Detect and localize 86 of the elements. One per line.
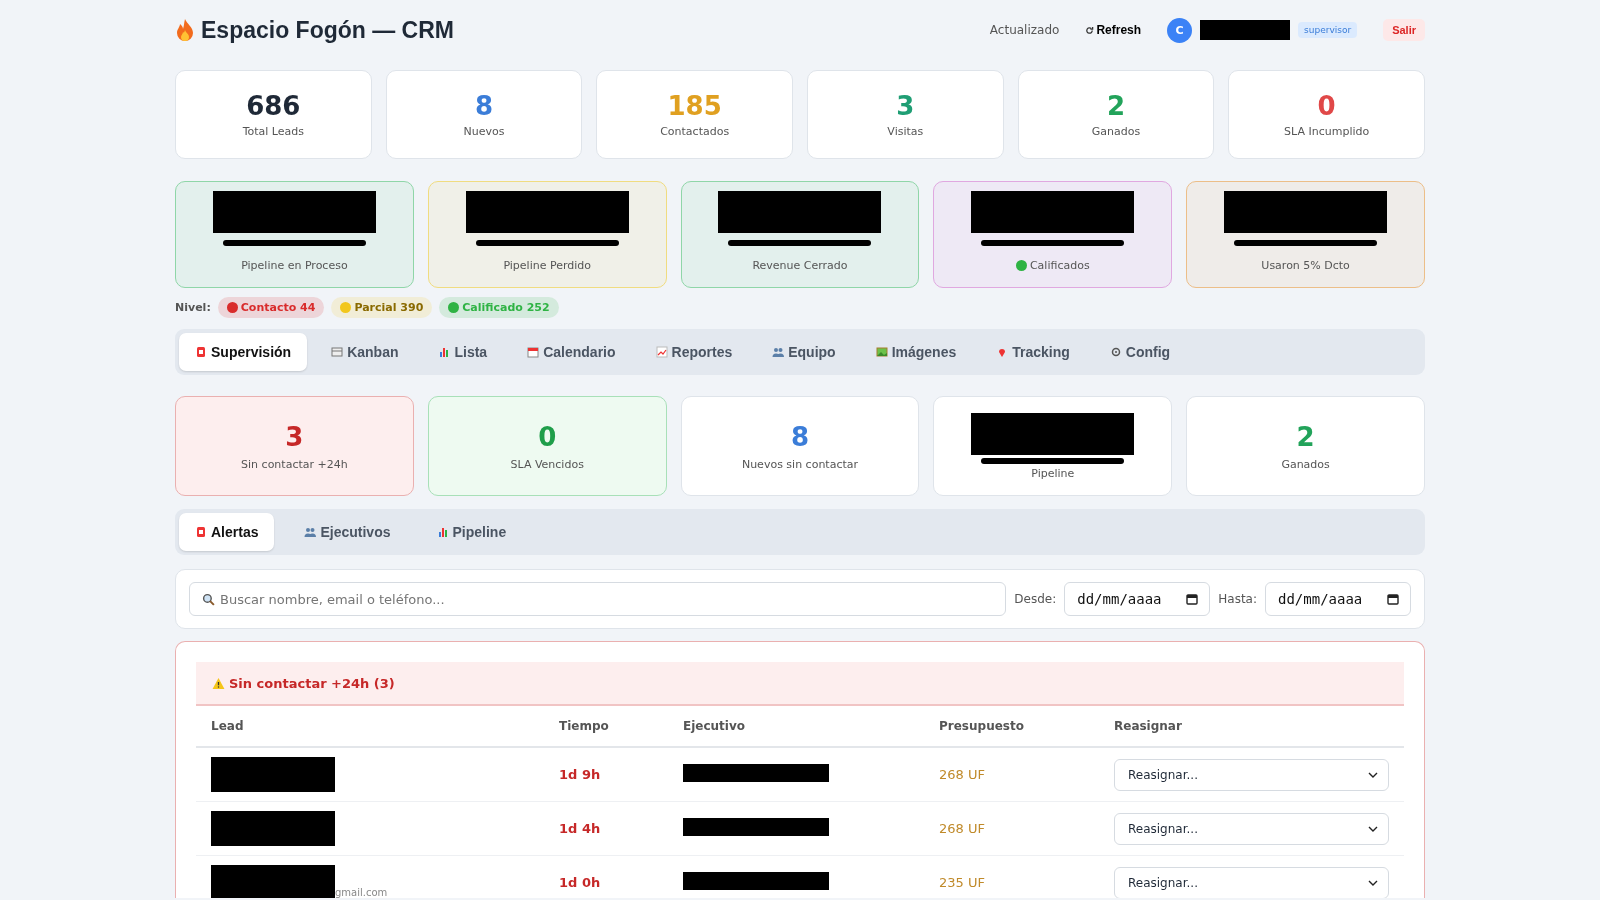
- stat-value: 0: [1317, 91, 1336, 121]
- kpi-label: Pipeline en Proceso: [241, 259, 348, 272]
- app-title: Espacio Fogón — CRM: [201, 16, 454, 44]
- stat-value: 8: [474, 91, 494, 121]
- gear-icon: [1109, 346, 1122, 358]
- summary-value: 2: [1296, 421, 1315, 452]
- summary-value: 3: [285, 421, 304, 452]
- summary-value: 8: [790, 421, 810, 452]
- level-badge: Calificado 252: [439, 297, 559, 318]
- people-icon: [772, 346, 785, 358]
- time-cell-text: 1d 0h: [559, 875, 602, 890]
- nav-tab[interactable]: Calendario: [511, 333, 632, 371]
- chevron-icon: [1368, 825, 1378, 832]
- stat-label: Visitas: [887, 125, 924, 138]
- nav-tab[interactable]: Equipo: [756, 333, 852, 371]
- budget-cell-text: 268 UF: [939, 821, 986, 836]
- logout-button[interactable]: Salir: [1383, 19, 1425, 41]
- section-tab[interactable]: Pipeline: [420, 513, 523, 551]
- bars-icon: [438, 346, 451, 358]
- summary-label: SLA Vencidos: [510, 457, 584, 471]
- bars-icon: [436, 526, 449, 538]
- stat-value: 185: [667, 91, 722, 121]
- section-tab[interactable]: Ejecutivos: [288, 513, 407, 551]
- section-tab[interactable]: Alertas: [179, 513, 275, 551]
- chevron-icon: [1368, 879, 1378, 886]
- column-header: Ejecutivo: [683, 719, 747, 733]
- nav-tab[interactable]: Kanban: [315, 333, 415, 371]
- reassign-select[interactable]: Reasignar...: [1114, 758, 1389, 791]
- time-cell-text: 1d 9h: [559, 767, 602, 782]
- search-field[interactable]: Buscar nombre, email o teléfono...: [189, 582, 1007, 616]
- to-label: Hasta:: [1218, 592, 1257, 606]
- refresh-icon: [1085, 25, 1095, 35]
- stat-value: 3: [896, 91, 915, 121]
- search-icon: [202, 593, 215, 606]
- warning-icon: [212, 676, 225, 690]
- summary-label: Pipeline: [1031, 466, 1075, 480]
- stat-value: 686: [246, 91, 301, 121]
- from-label: Desde:: [1014, 592, 1057, 606]
- role-badge: supervisor: [1298, 22, 1358, 38]
- kpi-label: Pipeline Perdido: [503, 259, 591, 272]
- alert-title: Sin contactar +24h (3): [229, 675, 395, 691]
- time-cell-text: 1d 4h: [559, 821, 602, 836]
- stat-label: Ganados: [1091, 125, 1141, 138]
- lead-email: gmail.com: [335, 887, 388, 898]
- nav-tab[interactable]: Lista: [422, 333, 504, 371]
- reassign-select[interactable]: Reasignar...: [1114, 812, 1389, 845]
- budget-cell-text: 235 UF: [939, 875, 986, 890]
- flame-icon: [175, 18, 195, 42]
- stat-value: 2: [1106, 91, 1126, 121]
- level-label: Nivel:: [175, 301, 211, 314]
- summary-label: Ganados: [1281, 457, 1330, 471]
- people-icon: [304, 526, 317, 538]
- column-header: Tiempo: [559, 719, 610, 733]
- nav-tab[interactable]: Reportes: [639, 333, 749, 371]
- calendar-icon: [527, 346, 540, 358]
- stat-label: Nuevos: [463, 125, 505, 138]
- summary-label: Sin contactar +24h: [241, 457, 348, 471]
- user-avatar: C: [1167, 17, 1193, 43]
- date-field[interactable]: dd/mm/aaaa: [1265, 582, 1411, 616]
- level-badge: Contacto 44: [217, 297, 325, 318]
- summary-label: Nuevos sin contactar: [741, 457, 859, 471]
- budget-cell-text: 268 UF: [939, 767, 986, 782]
- column-header: Lead: [211, 719, 245, 733]
- column-header: Reasignar: [1114, 719, 1183, 733]
- board-icon: [331, 346, 344, 358]
- kpi-label: Revenue Cerrado: [752, 259, 848, 272]
- kpi-label: Usaron 5% Dcto: [1261, 259, 1350, 272]
- nav-tab[interactable]: Config: [1093, 333, 1187, 371]
- updated-label: Actualizado: [989, 23, 1060, 37]
- nav-tab[interactable]: Supervisión: [179, 333, 308, 371]
- level-badge: Parcial 390: [331, 297, 433, 318]
- trend-icon: [655, 346, 668, 358]
- stat-label: Contactados: [660, 125, 730, 138]
- chevron-icon: [1368, 771, 1378, 778]
- nav-tab[interactable]: Tracking: [980, 333, 1086, 371]
- stat-label: SLA Incumplido: [1284, 125, 1370, 138]
- refresh-button[interactable]: Refresh: [1081, 19, 1146, 41]
- summary-value: 0: [538, 421, 557, 452]
- image-icon: [875, 346, 888, 358]
- column-header: Presupuesto: [939, 719, 1025, 733]
- stat-label: Total Leads: [242, 125, 304, 138]
- nav-tab[interactable]: Imágenes: [859, 333, 973, 371]
- kpi-label: Calificados: [1029, 259, 1090, 272]
- date-field[interactable]: dd/mm/aaaa: [1064, 582, 1211, 616]
- calendar-icon: [1186, 593, 1199, 605]
- calendar-icon: [1387, 593, 1399, 605]
